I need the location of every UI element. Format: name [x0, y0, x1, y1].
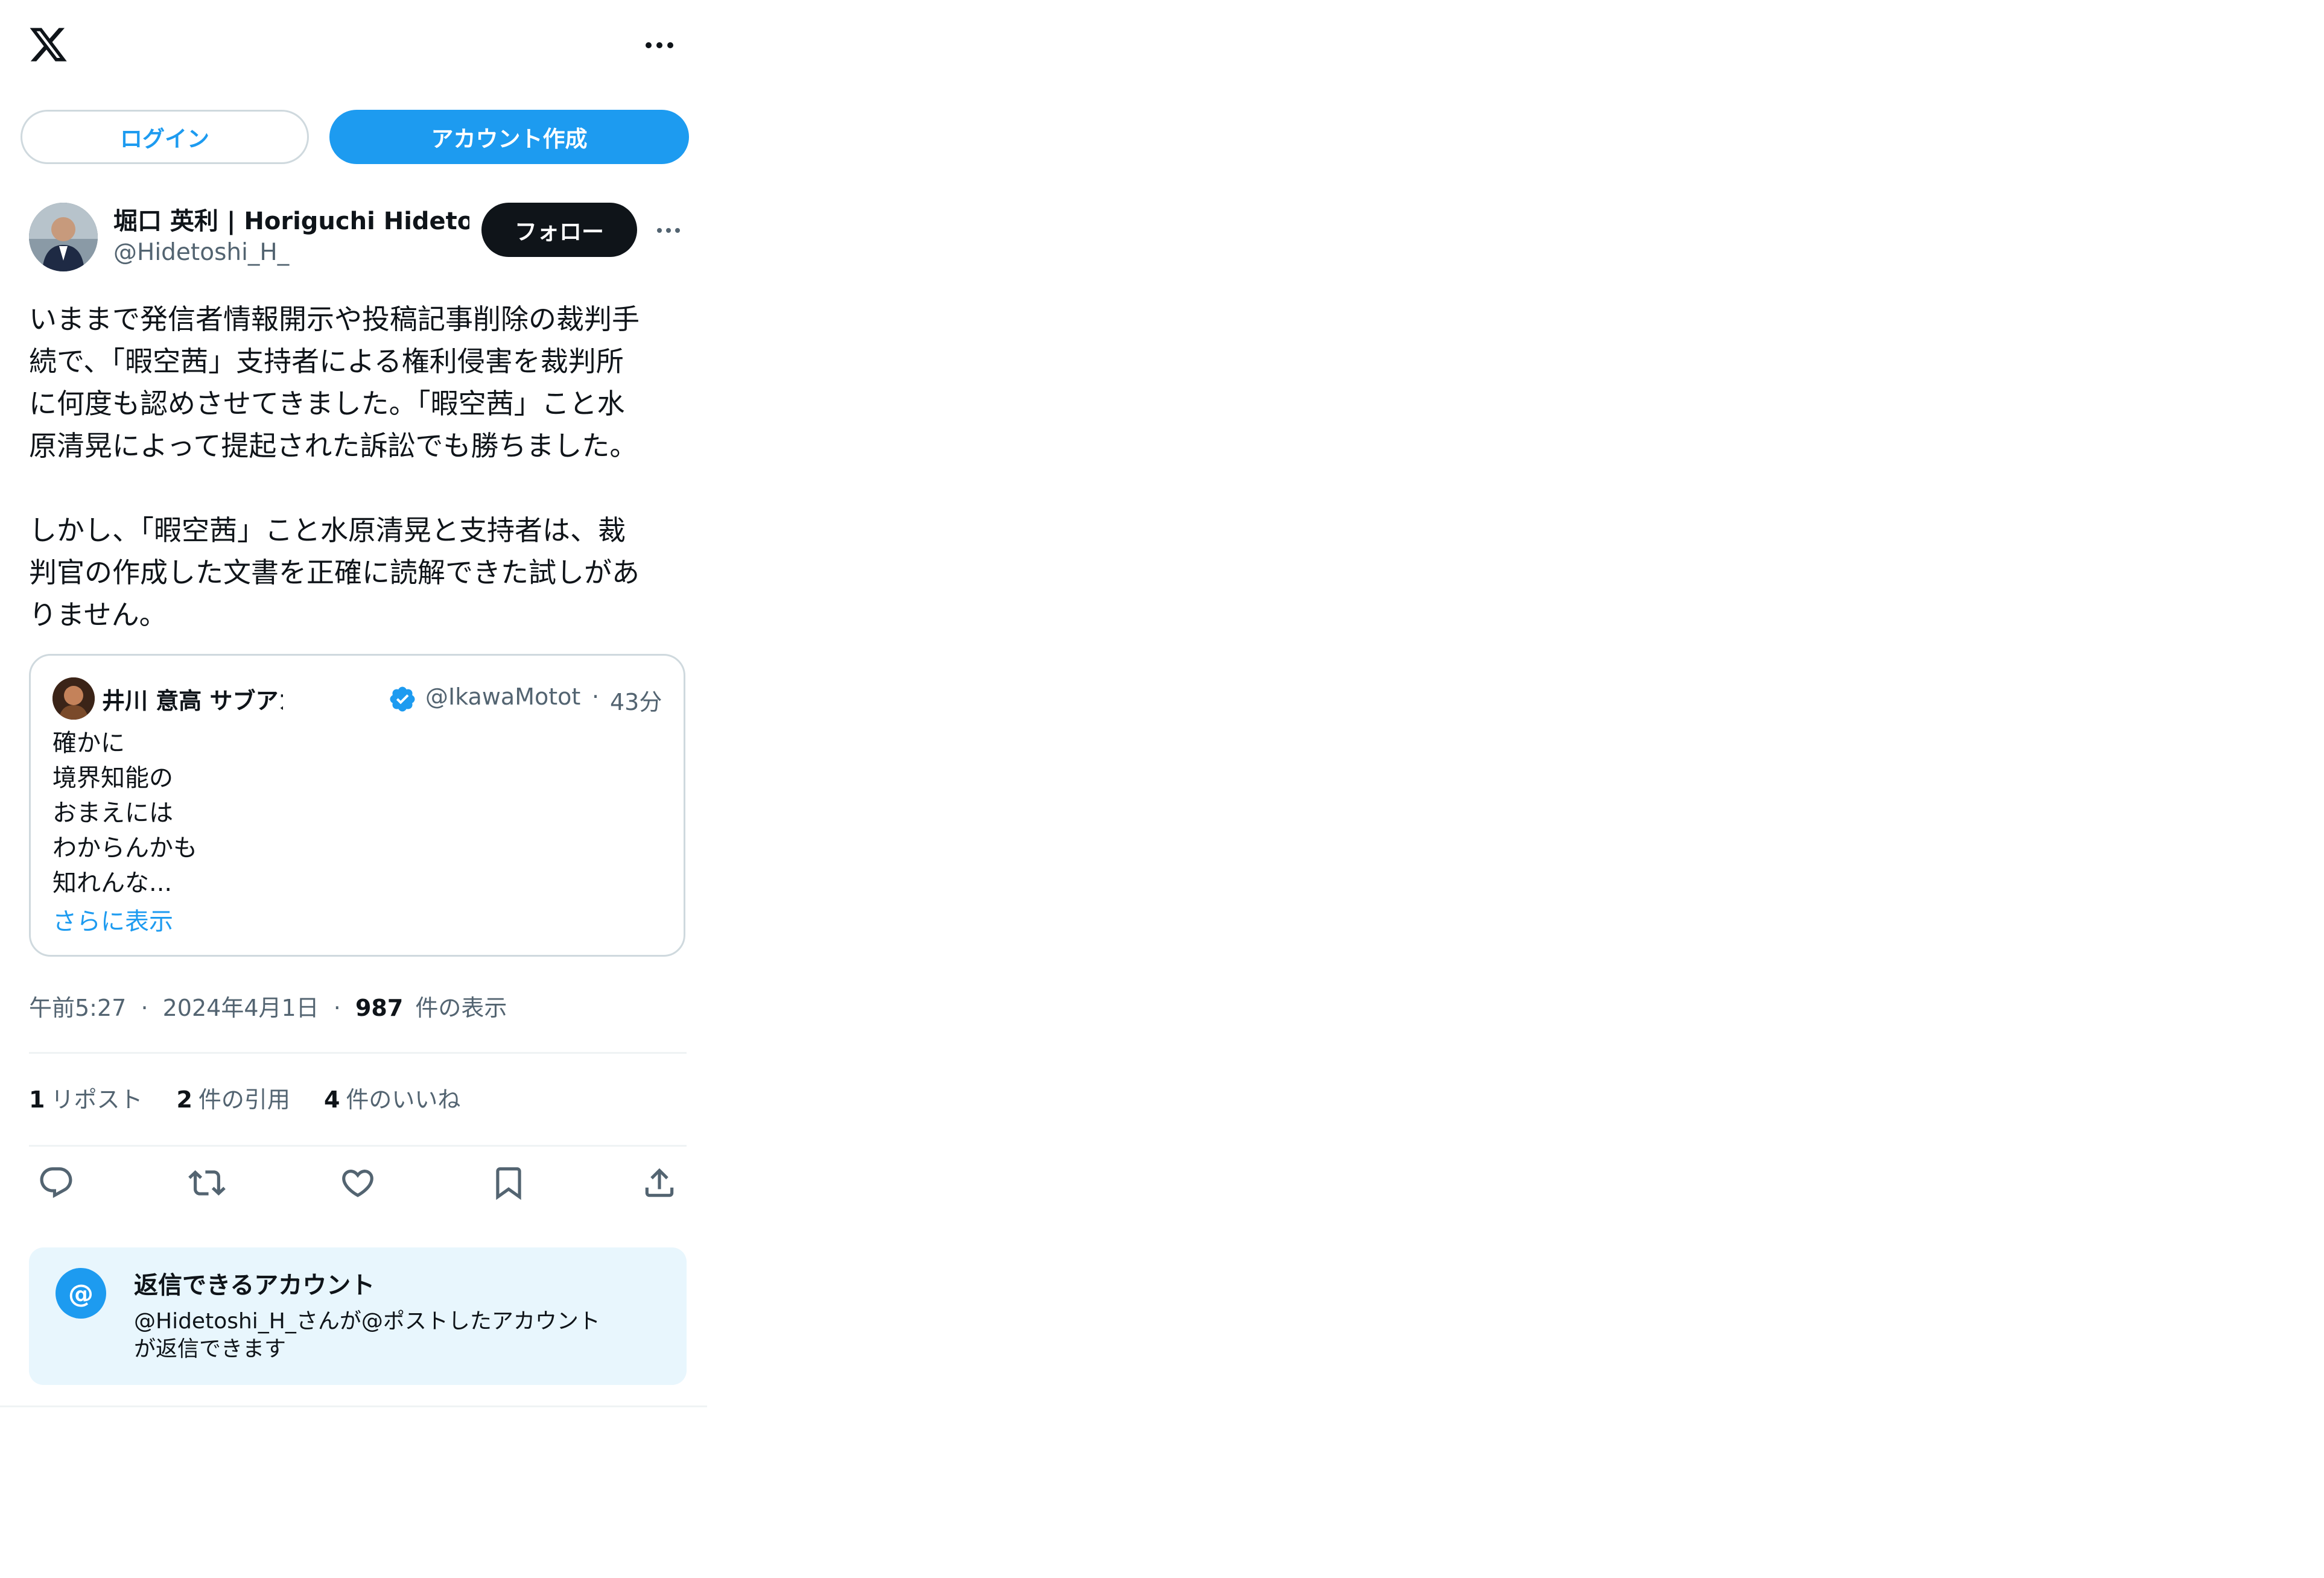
- show-more-link[interactable]: さらに表示: [52, 902, 173, 937]
- quotes-label: 件の引用: [198, 1086, 290, 1113]
- signup-button[interactable]: アカウント作成: [329, 110, 689, 164]
- engagement-stats: 1 リポスト 2 件の引用 4 件のいいね: [29, 1081, 460, 1114]
- reply-icon[interactable]: [35, 1162, 77, 1204]
- quote-avatar: [52, 677, 95, 720]
- separator-dot: ·: [141, 995, 148, 1021]
- author-name[interactable]: 堀口 英利 | Horiguchi Hidetoshi: [113, 201, 469, 236]
- separator-dot: ·: [333, 995, 341, 1021]
- bookmark-icon[interactable]: [487, 1162, 530, 1204]
- divider: [0, 1405, 707, 1407]
- author-handle[interactable]: @Hidetoshi_H_: [113, 239, 289, 266]
- repost-icon[interactable]: [186, 1162, 228, 1204]
- like-icon[interactable]: [337, 1162, 379, 1204]
- quoted-tweet[interactable]: 井川 意高 サブアカ改めオ @IkawaMotot · 43分 確かに 境界知能…: [29, 654, 685, 957]
- reply-restriction-notice: @ 返信できるアカウント @Hidetoshi_H_さんが@ポストしたアカウント…: [29, 1247, 687, 1385]
- login-button[interactable]: ログイン: [21, 110, 309, 164]
- quote-author-handle: @IkawaMotot: [425, 683, 581, 710]
- likes-stat[interactable]: 4 件のいいね: [324, 1081, 460, 1114]
- tweet-time[interactable]: 午前5:27: [29, 995, 126, 1021]
- quotes-stat[interactable]: 2 件の引用: [176, 1081, 290, 1114]
- more-horizontal-icon[interactable]: [641, 27, 678, 64]
- share-icon[interactable]: [638, 1162, 681, 1204]
- views-count: 987: [355, 995, 404, 1021]
- likes-count: 4: [323, 1086, 340, 1113]
- action-bar: [29, 1162, 687, 1210]
- at-icon: @: [56, 1268, 106, 1319]
- x-logo-icon[interactable]: [28, 24, 69, 65]
- tweet-date[interactable]: 2024年4月1日: [163, 995, 319, 1021]
- views-label: 件の表示: [415, 995, 507, 1021]
- more-horizontal-icon[interactable]: [650, 212, 687, 249]
- reposts-label: リポスト: [51, 1086, 143, 1113]
- quote-text: 確かに 境界知能の おまえには わからんかも 知れんな...: [52, 729, 197, 897]
- tweet-text: いままで発信者情報開示や投稿記事削除の裁判手 続で、「暇空茜」支持者による権利侵…: [29, 303, 640, 631]
- divider: [29, 1052, 687, 1054]
- reposts-stat[interactable]: 1 リポスト: [29, 1081, 142, 1114]
- separator-dot: ·: [592, 683, 600, 710]
- quotes-count: 2: [176, 1086, 192, 1113]
- reposts-count: 1: [29, 1086, 45, 1113]
- verified-badge-icon: [388, 685, 417, 714]
- follow-button[interactable]: フォロー: [481, 203, 637, 257]
- reply-restriction-desc: @Hidetoshi_H_さんが@ポストしたアカウント が返信できます: [134, 1309, 600, 1361]
- reply-restriction-title: 返信できるアカウント: [134, 1272, 375, 1299]
- page: ログイン アカウント作成 堀口 英利 | Horiguchi Hidetoshi…: [0, 0, 2324, 1578]
- quote-time: 43分: [610, 689, 662, 715]
- divider: [29, 1145, 687, 1147]
- tweet-meta: 午前5:27 · 2024年4月1日 · 987 件の表示: [29, 989, 507, 1022]
- tweet-column: ログイン アカウント作成 堀口 英利 | Horiguchi Hidetoshi…: [0, 0, 707, 1405]
- quote-author-name: 井川 意高 サブアカ改めオ: [102, 688, 283, 714]
- likes-label: 件のいいね: [346, 1086, 461, 1113]
- author-avatar[interactable]: [29, 203, 98, 271]
